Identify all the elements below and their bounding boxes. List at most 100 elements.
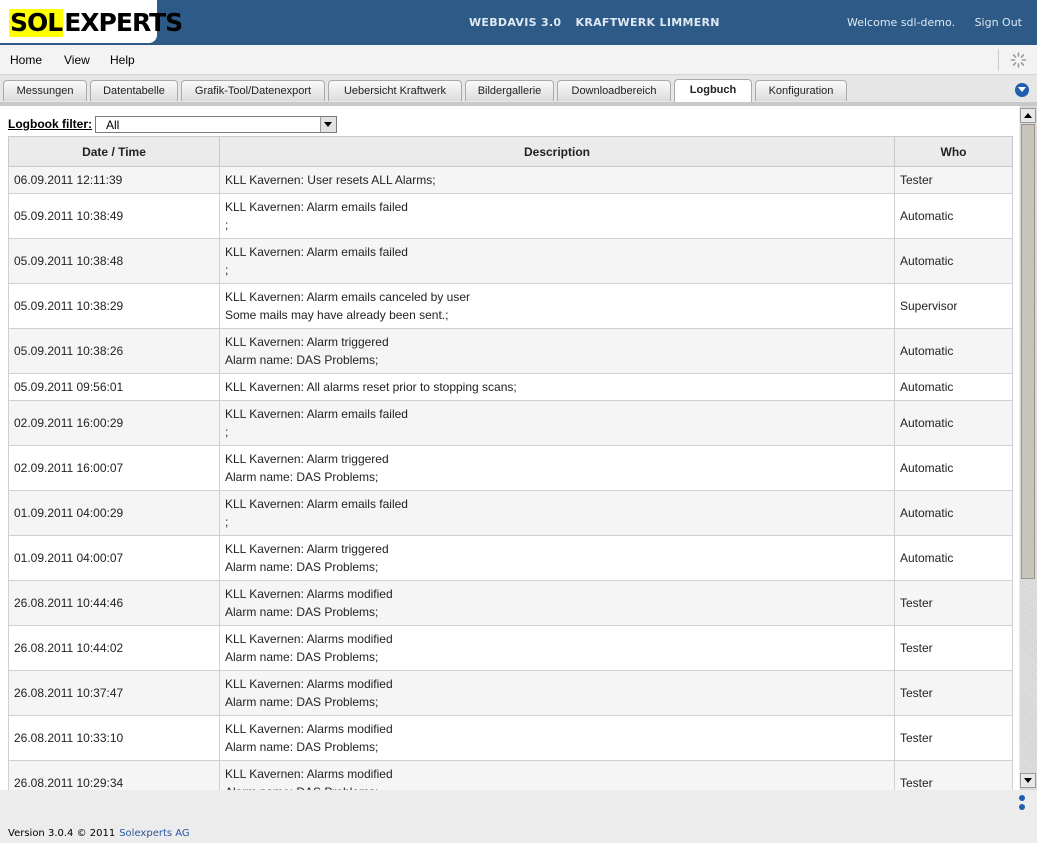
table-row[interactable]: 02.09.2011 16:00:07 KLL Kavernen: Alarm t…	[8, 445, 1013, 491]
table-row[interactable]: 01.09.2011 04:00:29 KLL Kavernen: Alarm e…	[8, 490, 1013, 536]
tab-logbuch[interactable]: Logbuch	[674, 79, 752, 102]
cell-description: KLL Kavernen: Alarms modified Alarm name:…	[219, 580, 895, 626]
solexperts-logo[interactable]: SOL EXPERTS	[9, 8, 183, 37]
logo-text-experts: EXPERTS	[64, 8, 183, 37]
app-title: WEBDAVIS 3.0 KRAFTWERK LIMMERN	[469, 16, 730, 29]
tab-messungen[interactable]: Messungen	[3, 80, 87, 101]
version-info: Version 3.0.4 © 2011 Solexperts AG	[8, 828, 190, 839]
table-row[interactable]: 05.09.2011 10:38:29 KLL Kavernen: Alarm e…	[8, 283, 1013, 329]
description-line: ;	[225, 425, 229, 439]
description-line: ;	[225, 218, 229, 232]
tab-bar: Messungen Datentabelle Grafik-Tool/Daten…	[0, 75, 1037, 106]
more-dots-icon[interactable]	[1019, 795, 1026, 813]
column-header-description[interactable]: Description	[219, 136, 895, 167]
table-row[interactable]: 26.08.2011 10:37:47 KLL Kavernen: Alarms …	[8, 670, 1013, 716]
description-line: Alarm name: DAS Problems;	[225, 560, 379, 574]
tab-konfiguration[interactable]: Konfiguration	[755, 80, 847, 101]
menu-view[interactable]: View	[64, 53, 90, 67]
table-row[interactable]: 05.09.2011 10:38:26 KLL Kavernen: Alarm t…	[8, 328, 1013, 374]
company-link[interactable]: Solexperts AG	[119, 828, 189, 839]
version-text: Version 3.0.4 © 2011	[8, 828, 116, 839]
scroll-down-arrow-icon[interactable]	[1020, 773, 1036, 788]
cell-description: KLL Kavernen: Alarm emails failed;	[219, 400, 895, 446]
description-line: Alarm name: DAS Problems;	[225, 650, 379, 664]
logbook-filter: Logbook filter:	[8, 117, 92, 131]
cell-description: KLL Kavernen: Alarms modified Alarm name:…	[219, 625, 895, 671]
logo-text-sol: SOL	[9, 8, 63, 37]
project-name: KRAFTWERK LIMMERN	[575, 16, 720, 29]
description-line: KLL Kavernen: Alarms modified	[225, 587, 393, 601]
description-line: KLL Kavernen: Alarm triggered	[225, 335, 389, 349]
tab-downloadbereich[interactable]: Downloadbereich	[557, 80, 671, 101]
table-row[interactable]: 06.09.2011 12:11:39 KLL Kavernen: User re…	[8, 166, 1013, 194]
table-row[interactable]: 05.09.2011 09:56:01 KLL Kavernen: All ala…	[8, 373, 1013, 401]
dropdown-arrow-icon[interactable]	[320, 117, 336, 132]
description-line: KLL Kavernen: Alarms modified	[225, 722, 393, 736]
tab-bildergallerie[interactable]: Bildergallerie	[465, 80, 554, 101]
scroll-up-arrow-icon[interactable]	[1020, 108, 1036, 123]
logo-container: SOL EXPERTS	[0, 0, 183, 43]
tab-grafik-tool[interactable]: Grafik-Tool/Datenexport	[181, 80, 325, 101]
description-line: ;	[225, 263, 229, 277]
description-line: KLL Kavernen: Alarm emails failed	[225, 407, 408, 421]
column-header-who[interactable]: Who	[894, 136, 1013, 167]
footer: Version 3.0.4 © 2011 Solexperts AG	[0, 790, 1037, 843]
table-row[interactable]: 05.09.2011 10:38:49 KLL Kavernen: Alarm e…	[8, 193, 1013, 239]
cell-who: Supervisor	[894, 283, 1013, 329]
tab-uebersicht-kraftwerk[interactable]: Uebersicht Kraftwerk	[328, 80, 462, 101]
filter-selected-value: All	[106, 118, 120, 132]
cell-date: 05.09.2011 09:56:01	[8, 373, 220, 401]
top-header: SOL EXPERTS WEBDAVIS 3.0 KRAFTWERK LIMMER…	[0, 0, 1037, 45]
menu-home[interactable]: Home	[10, 53, 42, 67]
tab-datentabelle[interactable]: Datentabelle	[90, 80, 178, 101]
cell-who: Tester	[894, 625, 1013, 671]
menu-help[interactable]: Help	[110, 53, 135, 67]
menu-bar: Home View Help	[0, 45, 1037, 75]
table-row[interactable]: 02.09.2011 16:00:29 KLL Kavernen: Alarm e…	[8, 400, 1013, 446]
cell-date: 01.09.2011 04:00:29	[8, 490, 220, 536]
cell-description: KLL Kavernen: Alarm emails failed;	[219, 193, 895, 239]
cell-date: 26.08.2011 10:37:47	[8, 670, 220, 716]
column-header-date[interactable]: Date / Time	[8, 136, 220, 167]
description-line: ;	[225, 515, 229, 529]
cell-who: Tester	[894, 166, 1013, 194]
description-line: Some mails may have already been sent.;	[225, 308, 449, 322]
logbook-filter-select[interactable]: All	[95, 116, 337, 133]
logbook-table: Date / Time Description Who 06.09.2011 1…	[8, 136, 1013, 790]
cell-date: 05.09.2011 10:38:48	[8, 238, 220, 284]
cell-who: Automatic	[894, 238, 1013, 284]
cell-who: Automatic	[894, 373, 1013, 401]
description-line: KLL Kavernen: User resets ALL Alarms;	[225, 173, 436, 187]
table-row[interactable]: 26.08.2011 10:44:46 KLL Kavernen: Alarms …	[8, 580, 1013, 626]
scrollbar-thumb[interactable]	[1021, 124, 1035, 579]
app-name: WEBDAVIS 3.0	[469, 16, 562, 29]
logbook-rows: 06.09.2011 12:11:39 KLL Kavernen: User re…	[8, 166, 1013, 790]
cell-date: 05.09.2011 10:38:29	[8, 283, 220, 329]
cell-description: KLL Kavernen: Alarms modified Alarm name:…	[219, 760, 895, 790]
cell-description: KLL Kavernen: All alarms reset prior to …	[219, 373, 895, 401]
cell-date: 01.09.2011 04:00:07	[8, 535, 220, 581]
cell-date: 02.09.2011 16:00:07	[8, 445, 220, 491]
sign-out-link[interactable]: Sign Out	[975, 16, 1022, 29]
cell-who: Automatic	[894, 490, 1013, 536]
table-row[interactable]: 26.08.2011 10:29:34 KLL Kavernen: Alarms …	[8, 760, 1013, 790]
table-row[interactable]: 26.08.2011 10:44:02 KLL Kavernen: Alarms …	[8, 625, 1013, 671]
vertical-scrollbar[interactable]	[1020, 106, 1037, 790]
cell-description: KLL Kavernen: Alarms modified Alarm name:…	[219, 670, 895, 716]
cell-who: Tester	[894, 580, 1013, 626]
cell-date: 06.09.2011 12:11:39	[8, 166, 220, 194]
cell-date: 26.08.2011 10:44:46	[8, 580, 220, 626]
cell-who: Automatic	[894, 400, 1013, 446]
logbook-panel: Logbook filter: All Date / Time Descript…	[0, 106, 1019, 790]
description-line: KLL Kavernen: Alarm emails canceled by u…	[225, 290, 471, 304]
description-line: Alarm name: DAS Problems;	[225, 695, 379, 709]
table-row[interactable]: 01.09.2011 04:00:07 KLL Kavernen: Alarm t…	[8, 535, 1013, 581]
cell-description: KLL Kavernen: Alarm emails canceled by u…	[219, 283, 895, 329]
cell-who: Automatic	[894, 193, 1013, 239]
description-line: KLL Kavernen: Alarm triggered	[225, 452, 389, 466]
cell-who: Automatic	[894, 445, 1013, 491]
table-row[interactable]: 05.09.2011 10:38:48 KLL Kavernen: Alarm e…	[8, 238, 1013, 284]
cell-description: KLL Kavernen: User resets ALL Alarms;	[219, 166, 895, 194]
chevron-down-circle-icon[interactable]	[1015, 83, 1029, 97]
table-row[interactable]: 26.08.2011 10:33:10 KLL Kavernen: Alarms …	[8, 715, 1013, 761]
